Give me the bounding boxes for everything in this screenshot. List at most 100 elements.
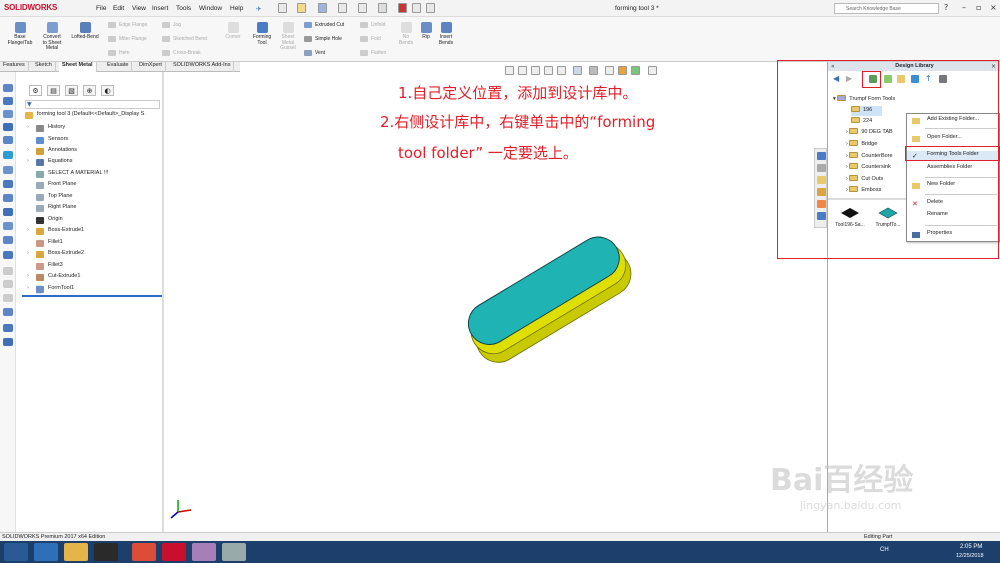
tab-sheet-metal[interactable]: Sheet Metal <box>59 62 97 72</box>
menu-file[interactable]: File <box>96 5 106 12</box>
tool-icon[interactable] <box>3 324 13 332</box>
help-icon[interactable]: ? <box>944 3 948 12</box>
forming-tool-model[interactable] <box>455 225 640 370</box>
section-view-icon[interactable] <box>544 66 553 75</box>
base-flange-button[interactable]: Base Flange/Tab <box>3 22 37 46</box>
rip-button[interactable]: Rip <box>418 22 434 41</box>
configuration-manager-tab-icon[interactable]: ▧ <box>65 85 78 96</box>
tool-icon[interactable] <box>3 123 13 131</box>
menu-help[interactable]: Help <box>230 5 243 12</box>
tab-dimxpert[interactable]: DimXpert <box>136 62 166 72</box>
menu-edit[interactable]: Edit <box>113 5 124 12</box>
simple-hole-button[interactable]: Simple Hole <box>304 35 342 43</box>
display-manager-tab-icon[interactable]: ◐ <box>101 85 114 96</box>
unfold-button[interactable]: Unfold <box>360 21 385 29</box>
vent-button[interactable]: Vent <box>304 49 325 57</box>
menu-view[interactable]: View <box>132 5 146 12</box>
forming-tool-button[interactable]: Forming Tool <box>250 22 274 46</box>
extruded-cut-button[interactable]: Extruded Cut <box>304 21 344 29</box>
lofted-bend-button[interactable]: Lofted-Bend <box>67 22 103 41</box>
app-icon[interactable] <box>222 543 246 561</box>
clock-time[interactable]: 2:05 PM <box>960 544 982 550</box>
zoom-to-fit-icon[interactable] <box>505 66 514 75</box>
insert-bends-button[interactable]: Insert Bends <box>435 22 457 46</box>
tool-icon[interactable] <box>3 222 13 230</box>
rollback-bar[interactable] <box>22 295 162 297</box>
tool-icon[interactable] <box>3 294 13 302</box>
sketched-bend-button[interactable]: Sketched Bend <box>162 35 207 43</box>
internet-explorer-icon[interactable] <box>34 543 58 561</box>
panel-splitter[interactable] <box>162 72 164 532</box>
clock-date[interactable]: 12/25/2018 <box>956 553 984 559</box>
tool-icon[interactable] <box>3 280 13 288</box>
corner-button[interactable]: Corner <box>220 22 246 41</box>
menu-window[interactable]: Window <box>199 5 222 12</box>
tab-evaluate[interactable]: Evaluate <box>104 62 133 72</box>
feature-manager-tab-icon[interactable]: ⚙ <box>29 85 42 96</box>
start-icon[interactable] <box>4 543 28 561</box>
media-player-icon[interactable] <box>94 543 118 561</box>
tool-icon[interactable] <box>3 338 13 346</box>
chrome-icon[interactable] <box>132 543 156 561</box>
edge-flange-button[interactable]: Edge Flange <box>108 21 147 29</box>
tab-sketch[interactable]: Sketch <box>32 62 56 72</box>
tool-icon[interactable] <box>3 97 13 105</box>
menu-tools[interactable]: Tools <box>176 5 191 12</box>
tab-solidworks-add-ins[interactable]: SOLIDWORKS Add-Ins <box>170 62 235 72</box>
app-icon[interactable] <box>192 543 216 561</box>
no-bends-button[interactable]: No Bends <box>396 22 416 46</box>
restore-icon[interactable]: ▫ <box>976 3 981 12</box>
tool-icon[interactable] <box>3 180 13 188</box>
hem-button[interactable]: Hem <box>108 49 130 57</box>
fold-button[interactable]: Fold <box>360 35 381 43</box>
sheet-metal-gusset-button[interactable]: Sheet Metal Gusset <box>276 22 300 52</box>
file-explorer-icon[interactable] <box>64 543 88 561</box>
miter-flange-button[interactable]: Miter Flange <box>108 35 147 43</box>
pin-icon[interactable]: ✈ <box>256 5 261 13</box>
scene-icon[interactable] <box>631 66 640 75</box>
print-icon[interactable] <box>338 3 347 13</box>
property-manager-tab-icon[interactable]: ▤ <box>47 85 60 96</box>
view-orientation-icon[interactable] <box>573 66 582 75</box>
zoom-area-icon[interactable] <box>518 66 527 75</box>
tool-icon[interactable] <box>3 251 13 259</box>
tab-features[interactable]: Features <box>0 62 29 72</box>
solidworks-taskbar-icon[interactable] <box>162 543 186 561</box>
new-document-icon[interactable] <box>278 3 287 13</box>
tool-icon[interactable] <box>3 267 13 275</box>
rebuild-icon[interactable] <box>398 3 407 13</box>
tool-icon[interactable] <box>3 110 13 118</box>
previous-view-icon[interactable] <box>531 66 540 75</box>
tool-icon[interactable] <box>3 236 13 244</box>
search-knowledge-base-input[interactable]: Search Knowledge Base <box>834 3 939 14</box>
sheet-metal-icon[interactable] <box>3 84 13 92</box>
tool-icon[interactable] <box>3 208 13 216</box>
tool-icon[interactable] <box>3 136 13 144</box>
convert-sheet-metal-button[interactable]: Convert to Sheet Metal <box>37 22 67 52</box>
flatten-button[interactable]: Flatten <box>360 49 386 57</box>
tool-icon[interactable] <box>3 166 13 174</box>
close-icon[interactable]: × <box>990 3 997 12</box>
hide-show-icon[interactable] <box>605 66 614 75</box>
tree-filter-input[interactable] <box>25 100 160 109</box>
appearance-icon[interactable] <box>618 66 627 75</box>
tree-item-formtool1[interactable]: › FormTool1 <box>27 285 74 294</box>
jog-button[interactable]: Jog <box>162 21 181 29</box>
minimize-icon[interactable]: – <box>962 3 966 12</box>
dynamic-annotation-icon[interactable] <box>557 66 566 75</box>
options-icon[interactable] <box>426 3 435 13</box>
view-settings-icon[interactable] <box>648 66 657 75</box>
menu-insert[interactable]: Insert <box>152 5 168 12</box>
file-properties-icon[interactable] <box>412 3 421 13</box>
tool-icon[interactable] <box>3 308 13 316</box>
tool-icon[interactable] <box>3 151 13 159</box>
undo-icon[interactable] <box>358 3 367 13</box>
dimxpert-tab-icon[interactable]: ⊕ <box>83 85 96 96</box>
tool-icon[interactable] <box>3 194 13 202</box>
open-icon[interactable] <box>297 3 306 13</box>
language-indicator[interactable]: CH <box>880 547 889 553</box>
save-icon[interactable] <box>318 3 327 13</box>
display-style-icon[interactable] <box>589 66 598 75</box>
cross-break-button[interactable]: Cross-Break <box>162 49 201 57</box>
select-icon[interactable] <box>378 3 387 13</box>
